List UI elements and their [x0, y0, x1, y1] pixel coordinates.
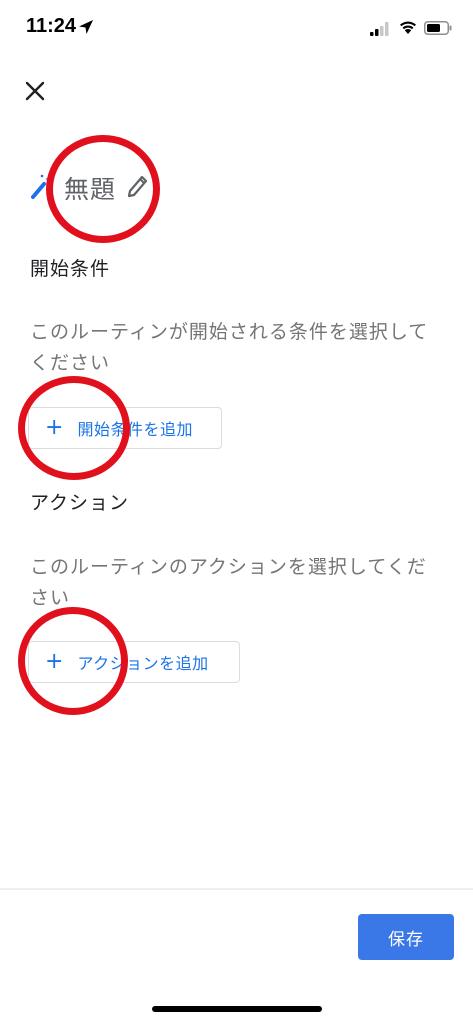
wifi-icon — [398, 19, 418, 39]
plus-icon: + — [45, 649, 64, 674]
battery-icon — [424, 20, 452, 39]
status-time: 11:24 — [26, 15, 77, 37]
plus-icon: + — [45, 415, 64, 440]
routine-editor-screen: 11:24 無題 開始条件 このルーティンが開始される条件を選択してください +… — [0, 0, 473, 1024]
location-arrow-icon — [78, 19, 94, 39]
close-button[interactable] — [20, 76, 50, 106]
add-start-condition-button[interactable]: + 開始条件を追加 — [28, 407, 222, 449]
magic-wand-icon — [30, 172, 54, 204]
start-conditions-heading: 開始条件 — [30, 258, 111, 280]
status-bar: 11:24 — [0, 0, 473, 60]
cellular-signal-icon — [370, 21, 390, 40]
start-conditions-description: このルーティンが開始される条件を選択してください — [30, 321, 429, 374]
close-icon — [25, 81, 45, 101]
routine-title-row[interactable]: 無題 — [30, 168, 148, 208]
actions-description: このルーティンのアクションを選択してください — [30, 556, 427, 609]
actions-heading: アクション — [30, 492, 130, 514]
add-action-button[interactable]: + アクションを追加 — [28, 641, 240, 683]
pencil-icon[interactable] — [126, 173, 148, 203]
footer-divider — [0, 888, 473, 890]
home-indicator — [152, 1006, 322, 1012]
add-action-label: アクションを追加 — [77, 654, 209, 673]
save-button[interactable]: 保存 — [358, 914, 454, 960]
routine-title: 無題 — [64, 175, 117, 204]
add-start-condition-label: 開始条件を追加 — [77, 420, 193, 439]
